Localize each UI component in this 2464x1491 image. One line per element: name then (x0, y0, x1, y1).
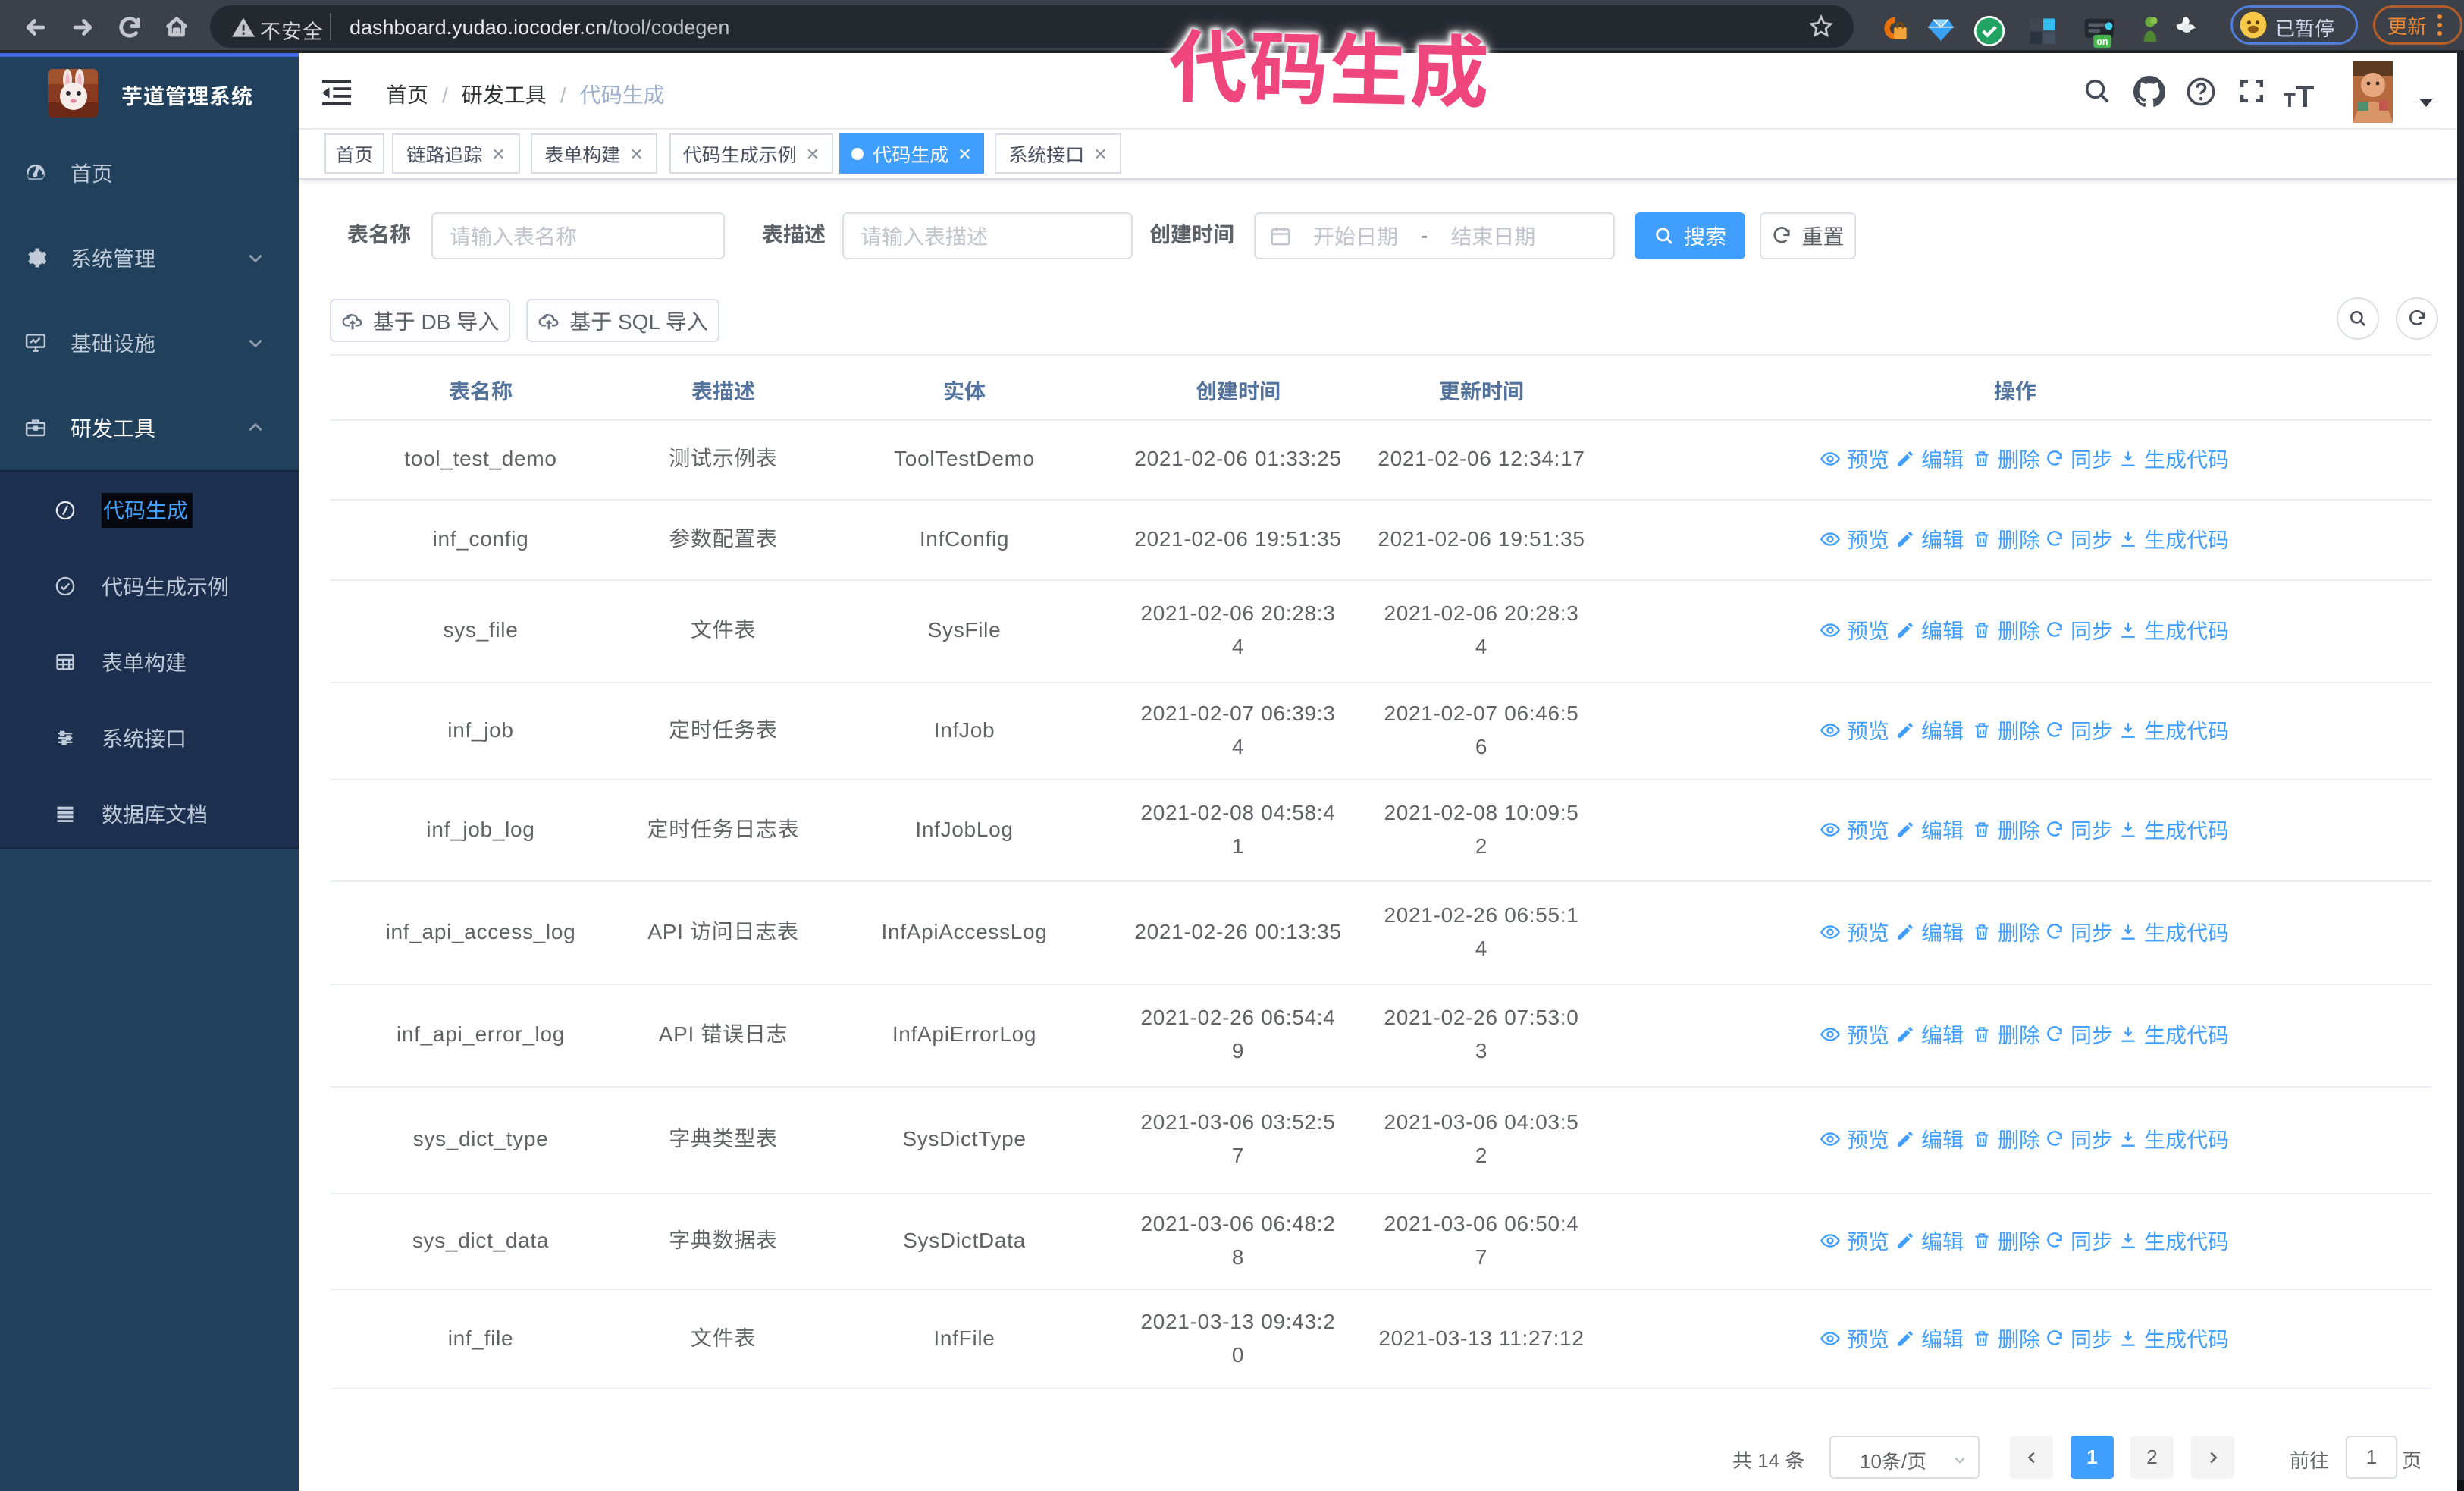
svg-text:on: on (2096, 36, 2108, 47)
